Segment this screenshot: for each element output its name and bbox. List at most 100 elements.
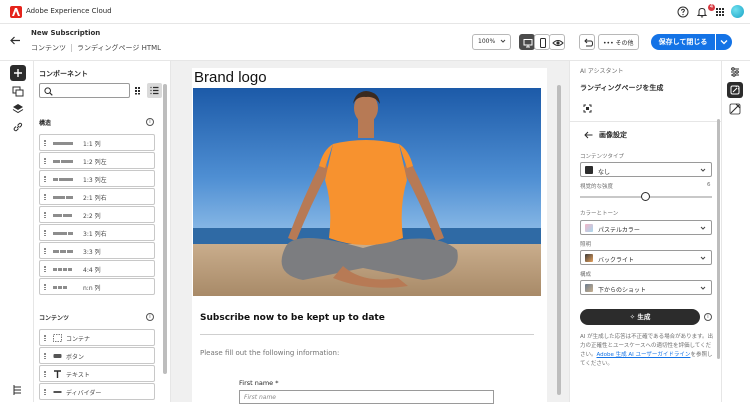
save-and-close-button[interactable]: 保存して閉じる	[651, 34, 715, 50]
color-tone-label: カラーとトーン	[580, 211, 619, 217]
links-button[interactable]	[10, 119, 26, 135]
content-type-icon	[585, 166, 593, 174]
info-icon[interactable]: i	[146, 313, 154, 321]
plus-icon	[14, 69, 22, 77]
layers-icon	[12, 104, 24, 114]
ai-panel-scrollbar[interactable]	[717, 119, 720, 359]
content-item-container[interactable]: コンテナ	[39, 329, 155, 346]
canvas-scrollbar[interactable]	[557, 85, 561, 395]
components-scrollbar[interactable]	[163, 84, 167, 374]
form-instructions[interactable]: Please fill out the following informatio…	[200, 349, 339, 357]
ai-guidelines-link[interactable]: Adobe 生成 AI ユーザーガイドライン	[597, 352, 691, 358]
info-icon[interactable]: i	[146, 118, 154, 126]
apps-grid-icon[interactable]	[714, 6, 726, 18]
structure-item-2-1-right[interactable]: 2:1 列右	[39, 188, 155, 205]
undo-button[interactable]	[579, 34, 595, 50]
structure-item-3-3[interactable]: 3:3 列	[39, 242, 155, 259]
save-options-button[interactable]	[716, 34, 732, 50]
help-icon[interactable]	[677, 6, 689, 18]
list-icon	[150, 86, 159, 95]
visual-intensity-slider[interactable]	[641, 192, 650, 201]
breadcrumb-item-landing-page[interactable]: ランディングページ HTML	[77, 44, 161, 52]
divider	[200, 334, 534, 335]
subscribe-title[interactable]: Subscribe now to be kept up to date	[200, 313, 385, 323]
assets-icon	[12, 86, 24, 97]
image-settings-title: 画像設定	[599, 131, 627, 139]
generate-button[interactable]: ✧ 生成	[580, 309, 700, 325]
user-avatar[interactable]	[731, 5, 744, 18]
visual-intensity-value: 6	[707, 182, 711, 188]
properties-button[interactable]	[727, 64, 743, 80]
structure-item-n-n[interactable]: n:n 列	[39, 278, 155, 295]
text-icon	[54, 370, 61, 378]
lighting-select[interactable]: バックライト	[580, 250, 712, 265]
composition-select[interactable]: 下からのショット	[580, 280, 712, 295]
content-section-label: コンテンツ	[39, 315, 70, 322]
collapse-icon[interactable]	[583, 104, 592, 113]
layers-button[interactable]	[10, 101, 26, 117]
ai-assistant-label: AI アシスタント	[580, 68, 624, 75]
navigation-tree-button[interactable]	[10, 382, 26, 398]
undo-icon	[584, 38, 594, 47]
visual-intensity-label: 視覚的な強度	[580, 184, 614, 190]
structure-item-3-1-right[interactable]: 3:1 列右	[39, 224, 155, 241]
mobile-view-button[interactable]	[534, 34, 550, 50]
content-type-select[interactable]: なし	[580, 162, 712, 177]
ai-assistant-button[interactable]	[727, 82, 743, 98]
page-header: New Subscription コンテンツ ランディングページ HTML 100…	[0, 24, 750, 61]
grid-view-toggle[interactable]	[131, 83, 146, 98]
yoga-meditation-image	[193, 88, 541, 296]
container-icon	[53, 334, 62, 342]
ai-assistant-icon	[730, 85, 740, 95]
structure-item-1-3-left[interactable]: 1:3 列左	[39, 170, 155, 187]
more-dots-icon: •••	[603, 40, 614, 47]
assets-button[interactable]	[10, 83, 26, 99]
ai-assistant-panel: AI アシスタント ランディングページを生成 画像設定 コンテンツタイプ なし …	[569, 61, 722, 402]
more-button[interactable]: ••• その他	[598, 34, 639, 50]
personalization-icon	[729, 103, 741, 115]
tree-icon	[13, 385, 21, 395]
add-components-button[interactable]	[10, 65, 26, 81]
editor-canvas: Brand logo Subscribe now to be kept up t…	[171, 61, 569, 404]
top-bar: Adobe Experience Cloud 4	[0, 0, 750, 24]
backlight-swatch-icon	[585, 254, 593, 262]
ai-panel-heading: ランディングページを生成	[580, 84, 664, 92]
back-arrow-icon[interactable]	[10, 36, 21, 45]
content-item-divider[interactable]: ディバイダー	[39, 383, 155, 400]
structure-item-4-4[interactable]: 4:4 列	[39, 260, 155, 277]
back-arrow-icon[interactable]	[584, 131, 593, 139]
bell-icon[interactable]	[696, 6, 708, 18]
zoom-value: 100%	[478, 38, 496, 45]
preview-button[interactable]	[549, 34, 565, 50]
desktop-view-button[interactable]	[519, 34, 535, 50]
structure-item-2-2[interactable]: 2:2 列	[39, 206, 155, 223]
content-item-button[interactable]: ボタン	[39, 347, 155, 364]
panel-divider	[570, 121, 722, 122]
chevron-down-icon	[700, 226, 706, 230]
link-icon	[13, 122, 23, 132]
components-search-input[interactable]	[39, 83, 130, 98]
info-icon[interactable]: i	[704, 313, 712, 321]
app-name[interactable]: Adobe Experience Cloud	[26, 7, 112, 15]
brand-logo[interactable]: Brand logo	[194, 69, 267, 86]
search-icon	[44, 87, 53, 96]
left-rail	[0, 61, 34, 402]
chevron-down-icon	[700, 286, 706, 290]
color-tone-select[interactable]: パステルカラー	[580, 220, 712, 235]
chevron-down-icon	[700, 168, 706, 172]
chevron-down-icon	[500, 39, 506, 43]
divider-icon	[53, 391, 62, 393]
eye-icon	[552, 40, 564, 46]
zoom-select[interactable]: 100%	[472, 34, 511, 50]
structure-section-label: 構造	[39, 120, 52, 127]
structure-item-1-2-left[interactable]: 1:2 列左	[39, 152, 155, 169]
adobe-logo-icon[interactable]	[10, 6, 22, 18]
composition-label: 構成	[580, 272, 592, 278]
list-view-toggle[interactable]	[147, 83, 162, 98]
structure-item-1-1[interactable]: 1:1 列	[39, 134, 155, 151]
content-item-text[interactable]: テキスト	[39, 365, 155, 382]
hero-image[interactable]	[193, 88, 541, 296]
breadcrumb-item-content[interactable]: コンテンツ	[31, 44, 66, 52]
personalization-button[interactable]	[727, 101, 743, 117]
components-title: コンポーネント	[39, 70, 88, 78]
